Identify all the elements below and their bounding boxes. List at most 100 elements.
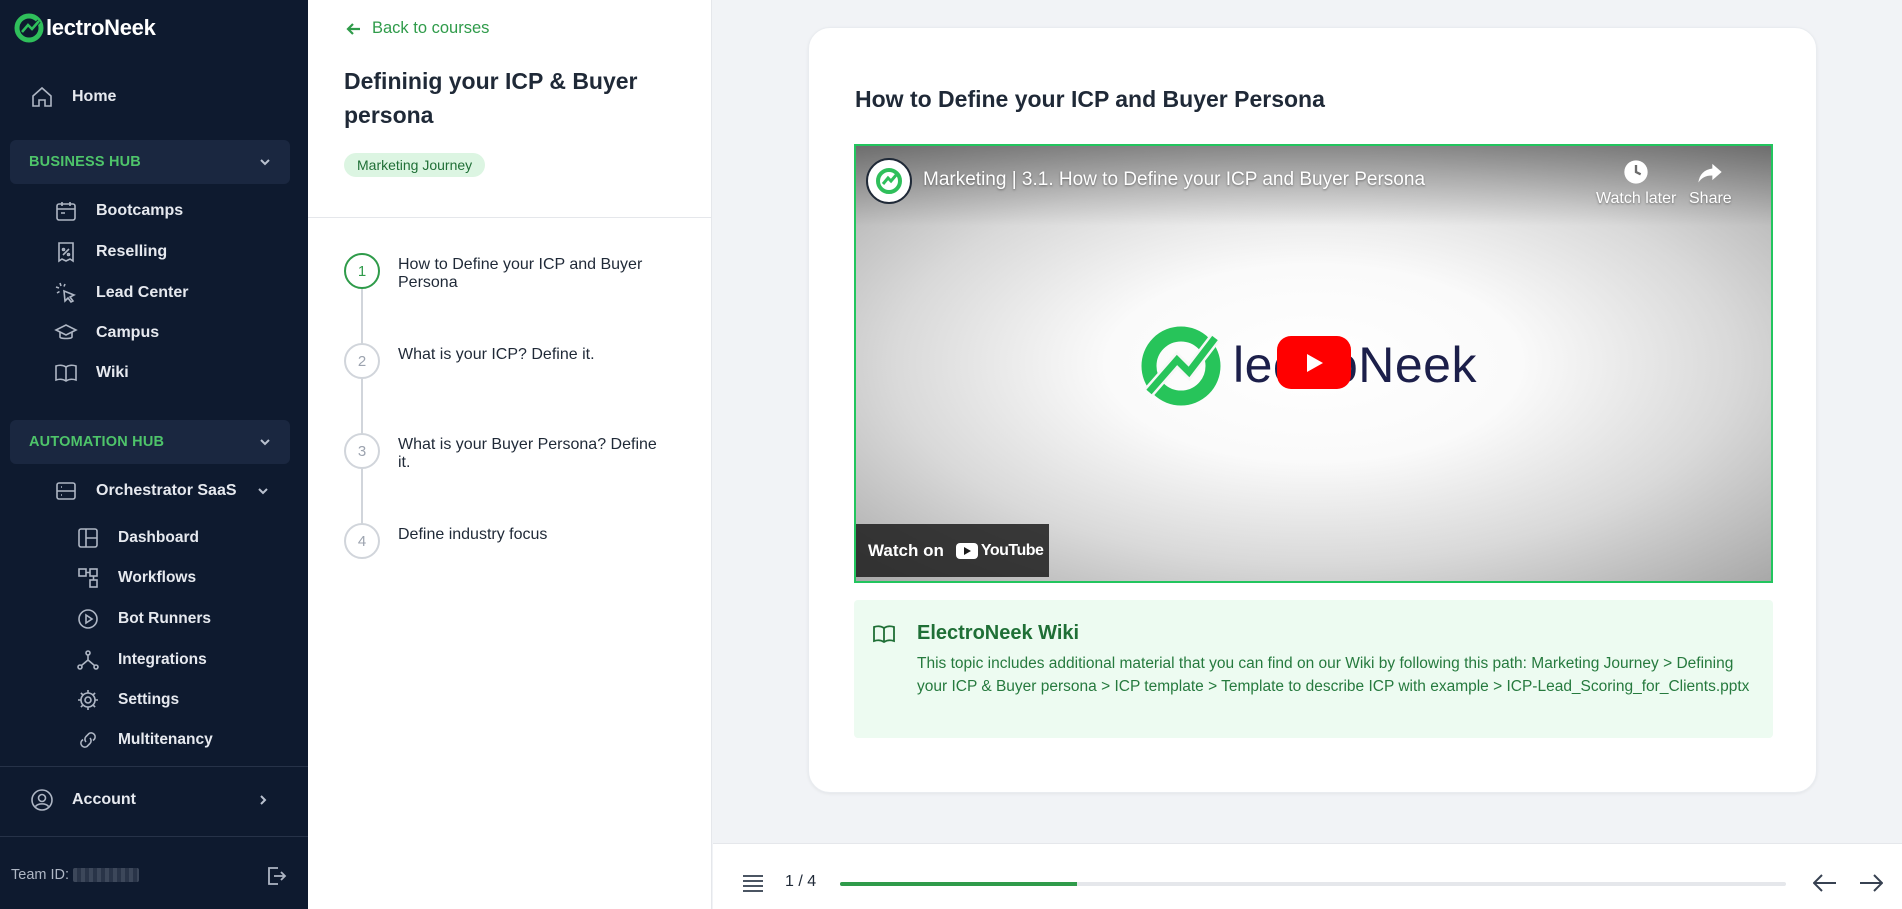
- book-open-icon: [55, 364, 77, 382]
- arrow-left-icon[interactable]: [1813, 873, 1837, 893]
- electroneek-logo[interactable]: lectroNeek: [14, 12, 156, 44]
- wiki-text: This topic includes additional material …: [917, 655, 1750, 695]
- share-label: Share: [1689, 190, 1732, 207]
- graduation-cap-icon: [54, 324, 78, 340]
- nav-reselling-label: Reselling: [96, 243, 168, 260]
- channel-avatar[interactable]: [866, 158, 912, 204]
- nav-home[interactable]: Home: [30, 82, 116, 112]
- chevron-right-icon[interactable]: [256, 793, 270, 807]
- arrow-left-icon: [346, 22, 360, 35]
- course-divider: [308, 217, 712, 218]
- lesson-navigation-bar: 1 / 4: [713, 843, 1902, 909]
- course-tag: Marketing Journey: [344, 153, 486, 177]
- step-label: Define industry focus: [398, 526, 548, 543]
- nav-account[interactable]: Account: [30, 785, 270, 815]
- receipt-percent-icon: [58, 242, 74, 263]
- video-player[interactable]: Marketing | 3.1. How to Define your ICP …: [854, 144, 1773, 583]
- wiki-title: ElectroNeek Wiki: [917, 622, 1080, 644]
- wiki-callout: ElectroNeek Wiki This topic includes add…: [854, 600, 1773, 738]
- nav-bot-runners[interactable]: Bot Runners: [76, 604, 211, 634]
- nav-integrations-label: Integrations: [118, 651, 207, 668]
- nav-workflows[interactable]: Workflows: [76, 563, 196, 593]
- nav-wiki[interactable]: Wiki: [54, 358, 129, 388]
- video-title[interactable]: Marketing | 3.1. How to Define your ICP …: [923, 169, 1425, 191]
- chevron-down-icon: [260, 439, 270, 446]
- step-number: 1: [344, 253, 380, 289]
- back-to-courses-link[interactable]: Back to courses: [346, 19, 489, 38]
- cursor-click-icon: [55, 282, 76, 304]
- integrations-icon: [77, 650, 99, 670]
- steps-connector: [361, 270, 363, 540]
- nav-multitenancy[interactable]: Multitenancy: [76, 725, 213, 755]
- link-icon: [80, 732, 96, 748]
- youtube-wordmark: YouTube: [980, 541, 1044, 559]
- nav-orchestrator-label: Orchestrator SaaS: [96, 482, 237, 499]
- step-number: 2: [344, 343, 380, 379]
- chevron-down-icon[interactable]: [256, 484, 270, 498]
- automation-hub-toggle[interactable]: AUTOMATION HUB: [10, 420, 290, 464]
- chevron-down-icon: [260, 159, 270, 166]
- progress-bar: [840, 882, 1786, 886]
- lesson-title: How to Define your ICP and Buyer Persona: [855, 86, 1325, 112]
- nav-bootcamps-label: Bootcamps: [96, 202, 184, 219]
- electroneek-brand-icon: [1141, 326, 1221, 406]
- play-button[interactable]: [1277, 336, 1351, 389]
- server-icon: [56, 482, 76, 500]
- logout-icon[interactable]: [264, 864, 288, 888]
- home-icon: [32, 86, 52, 107]
- nav-lead-center[interactable]: Lead Center: [54, 278, 188, 308]
- channel-logo-icon: [876, 168, 902, 194]
- nav-campus-label: Campus: [96, 324, 160, 341]
- team-id-value-redacted: [73, 868, 140, 882]
- watch-on-youtube-button[interactable]: Watch on YouTube: [856, 524, 1049, 577]
- youtube-logo: YouTube: [955, 541, 1044, 560]
- clock-icon: [1624, 160, 1648, 184]
- nav-multitenancy-label: Multitenancy: [118, 731, 213, 748]
- nav-wiki-label: Wiki: [96, 364, 129, 381]
- list-icon[interactable]: [742, 874, 764, 892]
- lesson-step-3[interactable]: 3 What is your Buyer Persona? Define it.: [344, 433, 673, 472]
- gear-icon: [78, 690, 98, 710]
- course-panel: Back to courses Defininig your ICP & Buy…: [308, 0, 712, 909]
- logo-text: lectroNeek: [46, 15, 156, 40]
- user-circle-icon: [31, 789, 53, 811]
- watch-later-button[interactable]: Watch later: [1596, 158, 1676, 208]
- share-button[interactable]: Share: [1689, 158, 1732, 208]
- workflow-icon: [78, 568, 98, 588]
- lesson-step-4[interactable]: 4 Define industry focus: [344, 523, 673, 559]
- sidebar-divider: [0, 836, 308, 837]
- business-hub-toggle[interactable]: BUSINESS HUB: [10, 140, 290, 184]
- course-title: Defininig your ICP & Buyer persona: [344, 68, 638, 128]
- lesson-card: How to Define your ICP and Buyer Persona…: [808, 27, 1817, 793]
- step-label: What is your ICP? Define it.: [398, 346, 595, 363]
- book-open-icon: [873, 625, 895, 644]
- lesson-step-1[interactable]: 1 How to Define your ICP and Buyer Perso…: [344, 253, 673, 292]
- nav-settings-label: Settings: [118, 691, 180, 708]
- team-id-label: Team ID:: [11, 867, 70, 883]
- nav-campus[interactable]: Campus: [54, 318, 159, 348]
- nav-bot-runners-label: Bot Runners: [118, 610, 211, 627]
- nav-bootcamps[interactable]: Bootcamps: [54, 196, 183, 226]
- share-icon: [1698, 163, 1723, 183]
- back-to-courses-label: Back to courses: [372, 19, 490, 37]
- nav-integrations[interactable]: Integrations: [76, 645, 207, 675]
- electroneek-logo-icon: [14, 13, 44, 43]
- arrow-right-icon[interactable]: [1859, 873, 1883, 893]
- youtube-play-icon: [955, 542, 978, 559]
- nav-settings[interactable]: Settings: [76, 685, 179, 715]
- sidebar-divider: [0, 766, 308, 767]
- play-circle-icon: [78, 609, 98, 629]
- step-label: What is your Buyer Persona? Define it.: [398, 436, 657, 471]
- layout-icon: [78, 528, 98, 548]
- nav-dashboard[interactable]: Dashboard: [76, 523, 199, 553]
- play-icon: [1307, 353, 1323, 372]
- nav-dashboard-label: Dashboard: [118, 529, 199, 546]
- progress-fill: [840, 882, 1077, 886]
- business-hub-label: BUSINESS HUB: [29, 154, 141, 170]
- calendar-icon: [56, 202, 76, 221]
- nav-reselling[interactable]: Reselling: [54, 237, 167, 267]
- lesson-step-2[interactable]: 2 What is your ICP? Define it.: [344, 343, 673, 379]
- watch-later-label: Watch later: [1596, 190, 1677, 207]
- sidebar: lectroNeek Home BUSINESS HUB Bootcamps R…: [0, 0, 308, 909]
- nav-orchestrator-saas[interactable]: Orchestrator SaaS: [54, 476, 284, 506]
